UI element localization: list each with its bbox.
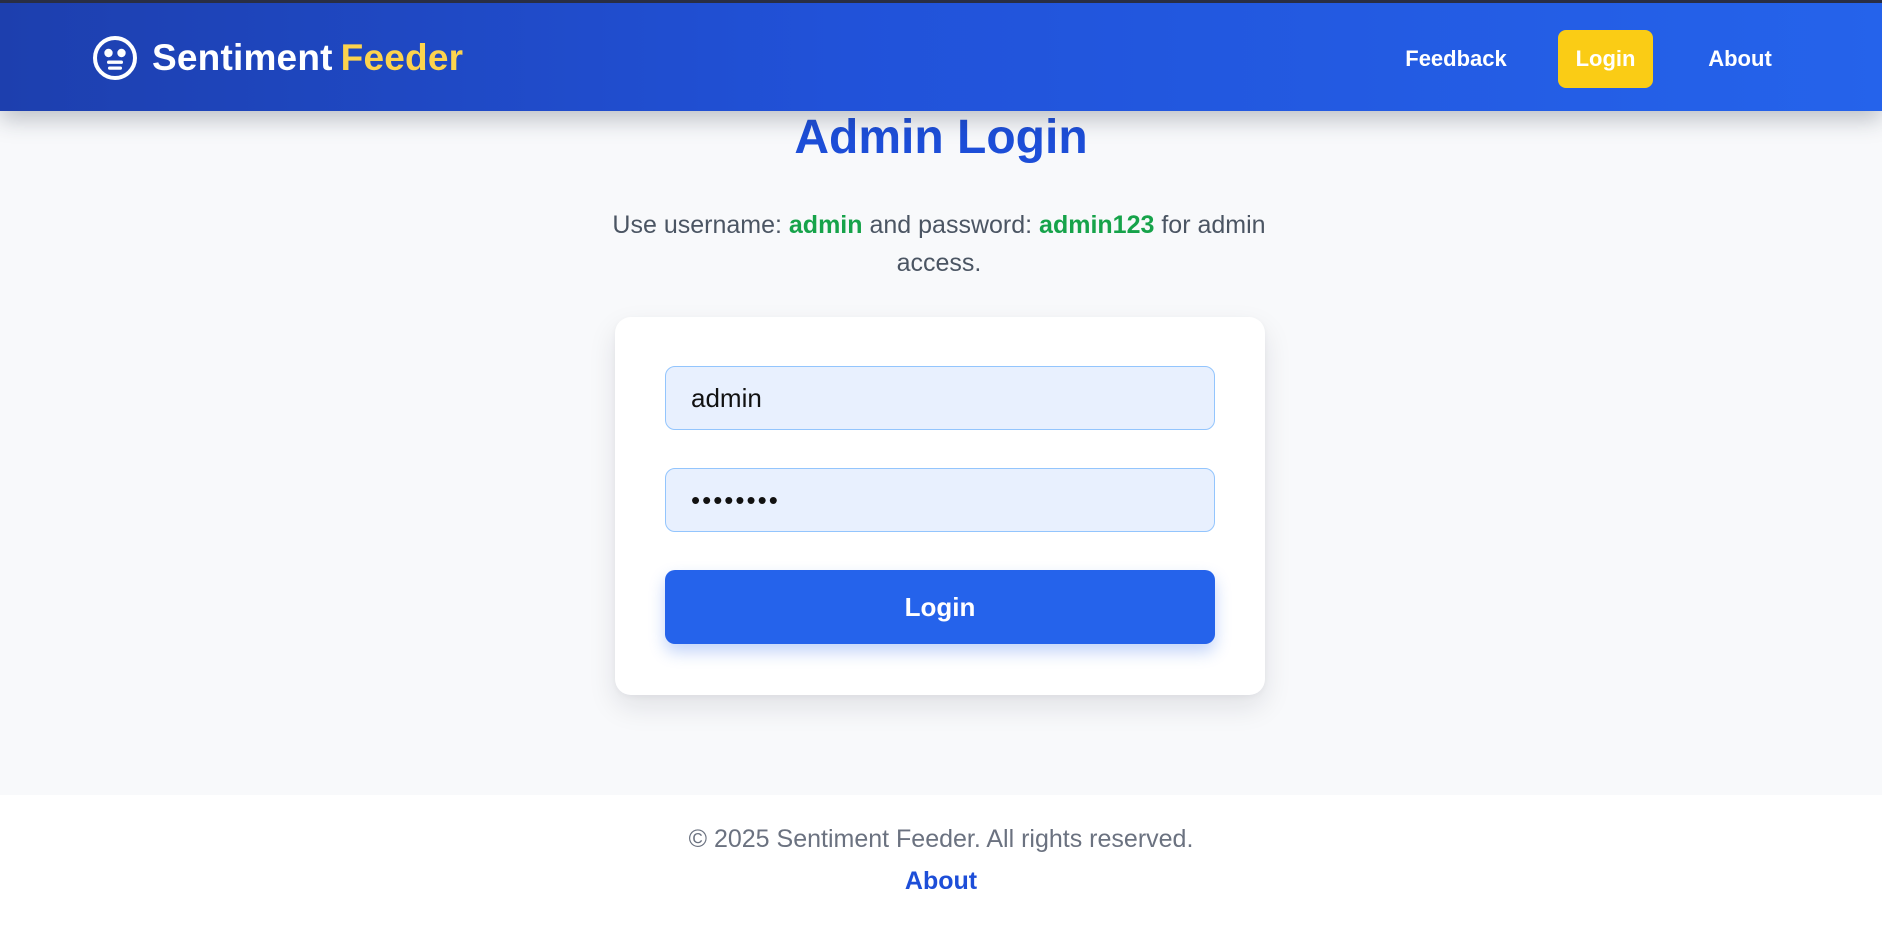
hint-middle: and password: xyxy=(869,211,1033,239)
brand-name-accent: Feeder xyxy=(340,37,464,78)
page-title: Admin Login xyxy=(794,111,1088,164)
password-input[interactable] xyxy=(665,468,1215,532)
footer-about-link[interactable]: About xyxy=(905,867,977,895)
hint-password: admin123 xyxy=(1039,211,1155,239)
hint-prefix: Use username: xyxy=(612,211,782,239)
page-footer: © 2025 Sentiment Feeder. All rights rese… xyxy=(0,795,1882,926)
footer-about-container: About xyxy=(0,867,1882,896)
login-form-card: Login xyxy=(615,317,1265,695)
nav-about-link[interactable]: About xyxy=(1698,30,1782,88)
username-input[interactable] xyxy=(665,366,1215,430)
hint-username: admin xyxy=(788,211,863,239)
brand-name-primary: Sentiment xyxy=(152,37,333,78)
emoji-face-icon xyxy=(93,36,137,80)
nav-feedback-link[interactable]: Feedback xyxy=(1396,30,1516,88)
brand-name: Sentiment Feeder xyxy=(152,37,463,79)
footer-copyright: © 2025 Sentiment Feeder. All rights rese… xyxy=(688,825,1194,853)
brand-logo[interactable]: Sentiment Feeder xyxy=(92,33,463,83)
login-submit-button[interactable]: Login xyxy=(665,570,1215,644)
credentials-hint: Use username: admin and password: admin1… xyxy=(611,206,1267,282)
nav-login-link[interactable]: Login xyxy=(1558,30,1653,88)
top-navbar: Sentiment Feeder Feedback Login About xyxy=(0,3,1882,111)
